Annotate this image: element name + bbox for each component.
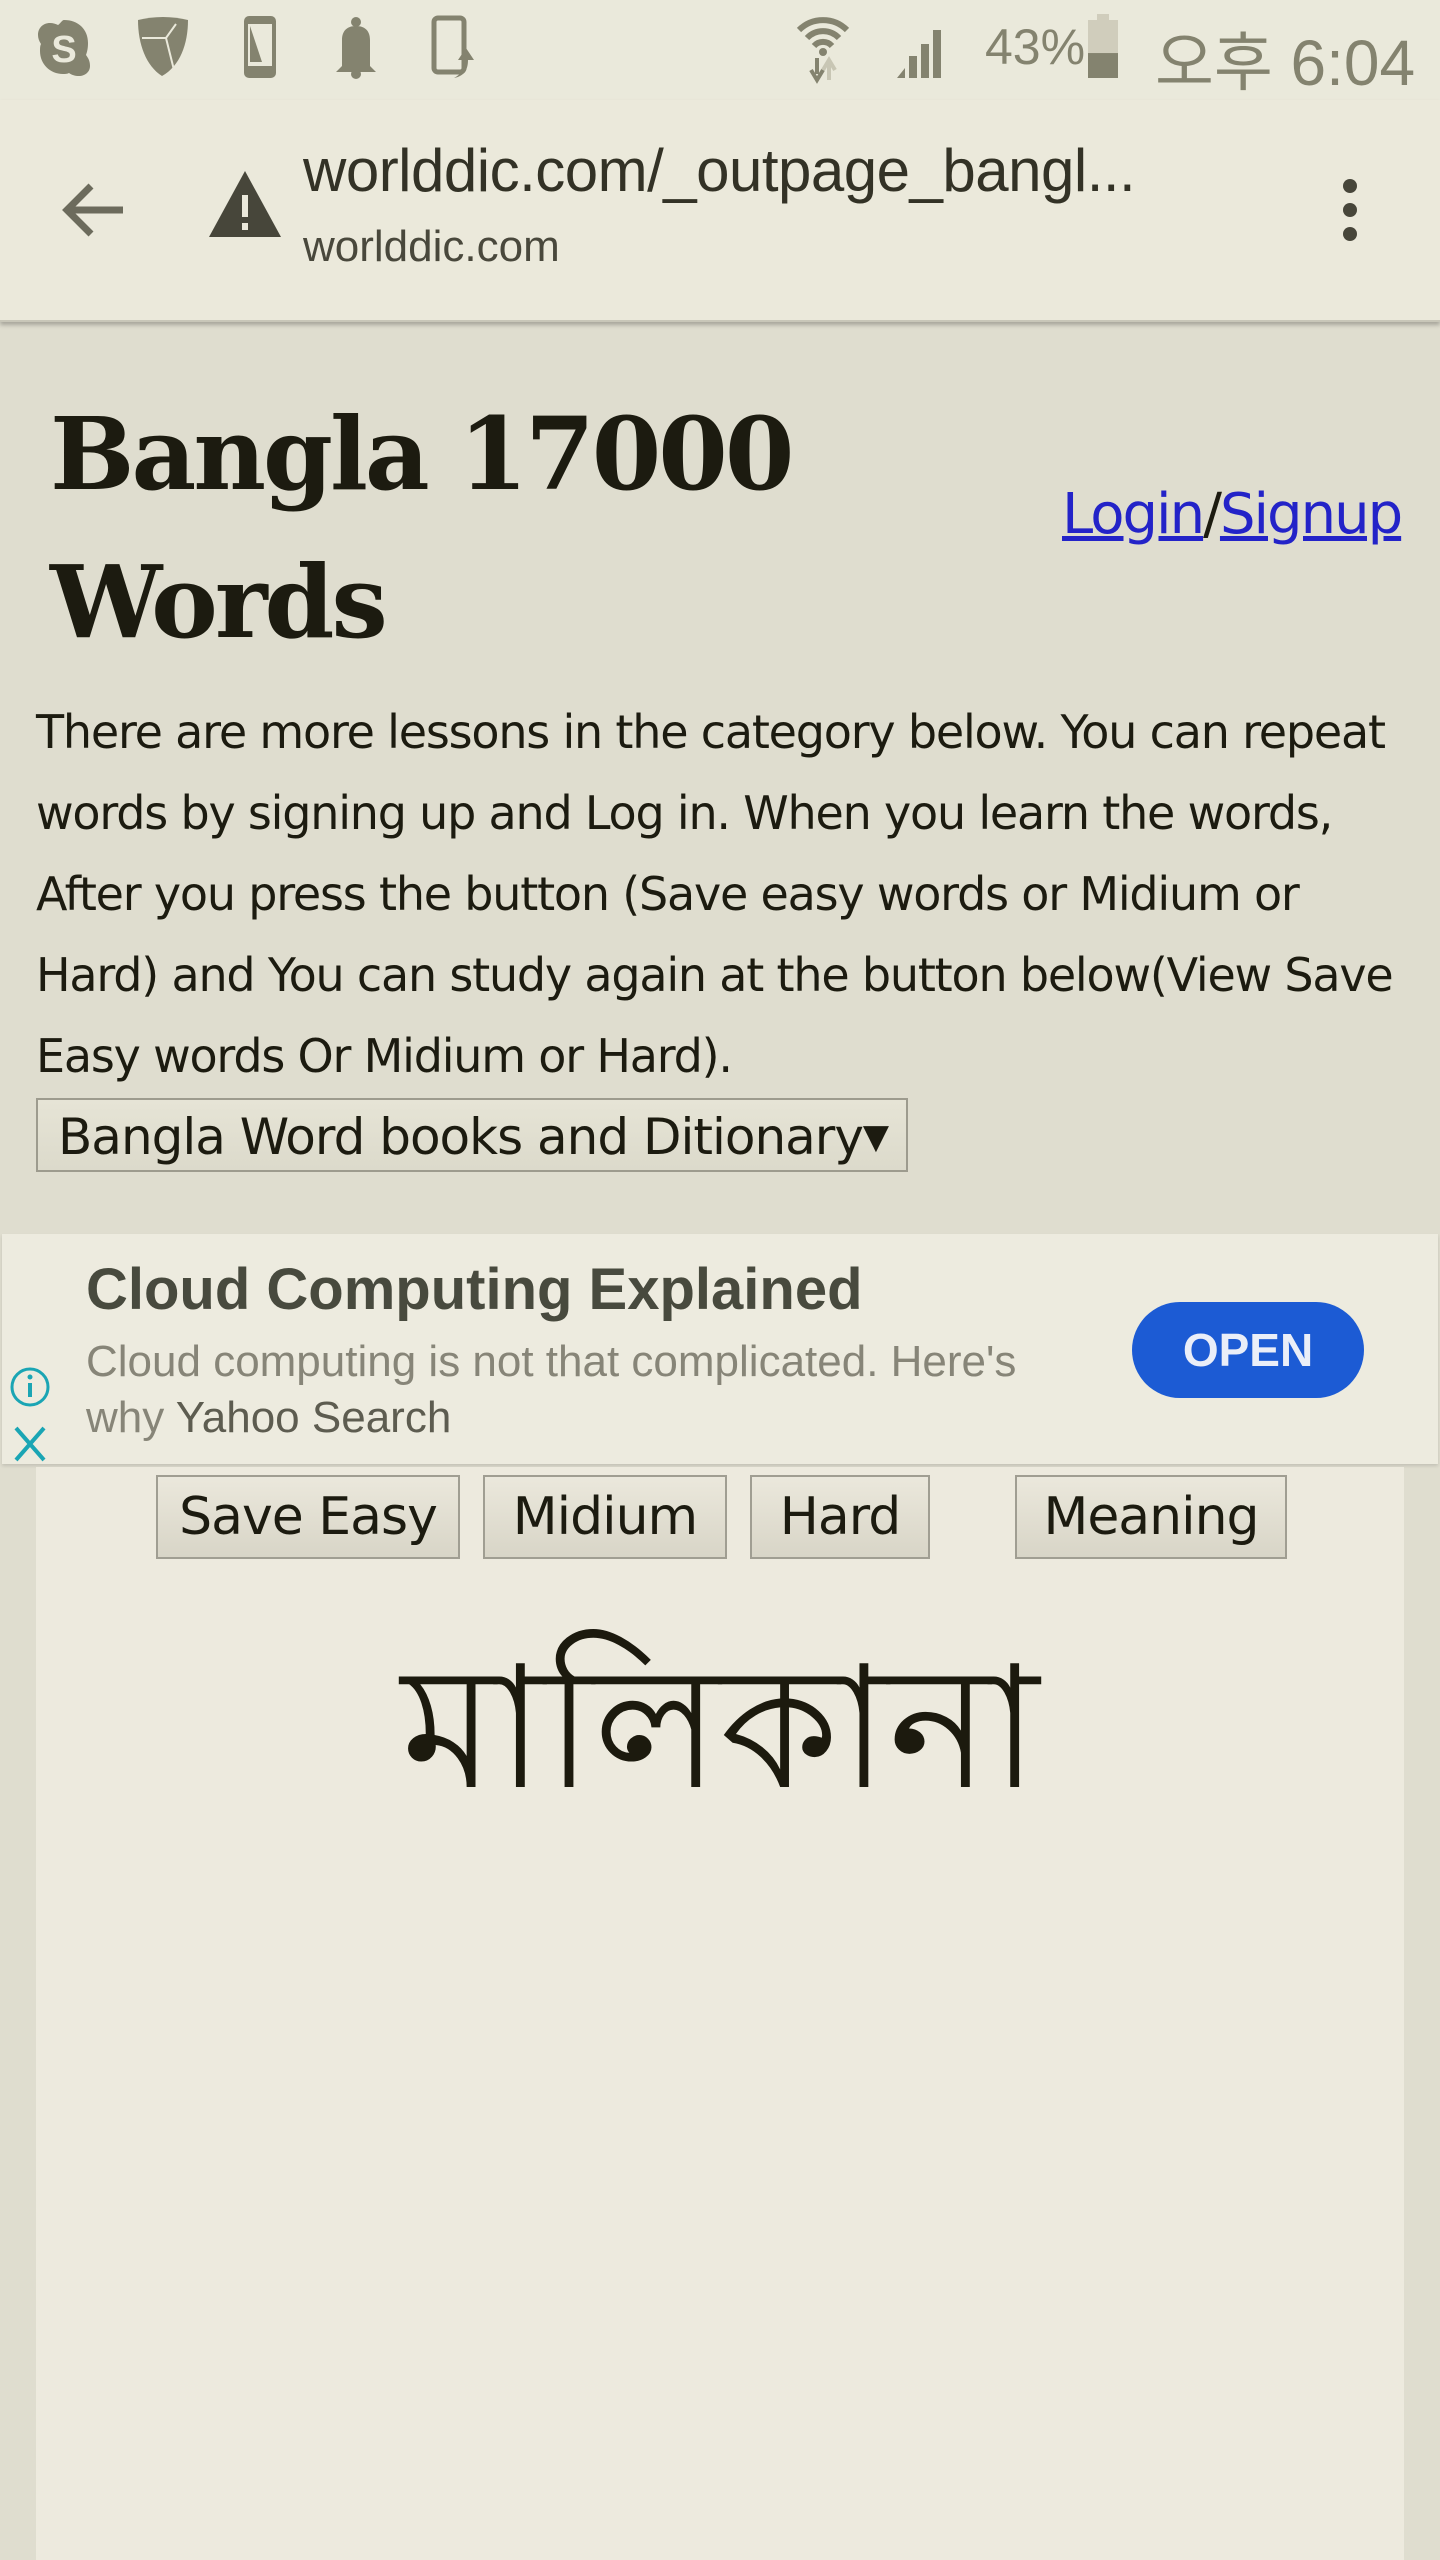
auth-separator: /: [1203, 482, 1222, 547]
signal-icon: [897, 30, 941, 78]
phone-screen-icon: [244, 16, 276, 78]
browser-toolbar: worlddic.com/_outpage_bangl... worlddic.…: [0, 100, 1440, 322]
bangla-word: মালিকানা: [401, 1630, 1039, 1828]
ad-title[interactable]: Cloud Computing Explained: [86, 1256, 863, 1323]
dropdown-arrow-icon: ▼: [862, 1117, 889, 1157]
status-bar: S 43% 오후 6:04: [0, 0, 1440, 100]
category-select[interactable]: Bangla Word books and Ditionary ▼: [36, 1098, 908, 1172]
url-text[interactable]: worlddic.com/_outpage_bangl...: [303, 136, 1136, 205]
midium-button[interactable]: Midium: [483, 1475, 727, 1559]
battery-percent: 43%: [985, 19, 1086, 75]
page-title: Bangla 17000 Words: [50, 395, 794, 661]
auth-links: Login/Signup: [1062, 482, 1403, 547]
page-content: Bangla 17000 Words Login/Signup There ar…: [0, 322, 1440, 2560]
shield-icon: [138, 17, 188, 76]
ad-close-icon[interactable]: [8, 1422, 52, 1466]
ad-body: Cloud computing is not that complicated.…: [86, 1334, 1086, 1446]
svg-text:S: S: [51, 29, 76, 71]
warning-icon[interactable]: [205, 165, 285, 245]
intro-text: There are more lessons in the category b…: [36, 705, 1394, 1083]
ad-brand: Yahoo Search: [175, 1393, 452, 1442]
ad-open-button[interactable]: OPEN: [1132, 1302, 1364, 1398]
battery-icon: [1088, 14, 1118, 78]
skype-icon: S: [38, 20, 90, 76]
phone-upload-icon: [431, 15, 474, 78]
category-select-value: Bangla Word books and Ditionary: [58, 1108, 864, 1166]
word-card: Save Easy Midium Hard Meaning মালিকানা: [36, 1467, 1404, 2560]
bell-icon: [336, 17, 376, 79]
signup-link[interactable]: Signup: [1220, 482, 1403, 547]
meaning-button[interactable]: Meaning: [1015, 1475, 1287, 1559]
login-link[interactable]: Login: [1062, 482, 1205, 547]
domain-text: worlddic.com: [303, 222, 560, 271]
ad-info-icon[interactable]: [8, 1359, 52, 1415]
back-arrow-icon[interactable]: [55, 170, 135, 250]
ad-banner[interactable]: Cloud Computing Explained Cloud computin…: [2, 1234, 1438, 1464]
clock: 오후 6:04: [1155, 27, 1416, 99]
overflow-menu-icon[interactable]: [1320, 170, 1380, 250]
wifi-icon: [796, 17, 850, 84]
hard-button[interactable]: Hard: [750, 1475, 930, 1559]
save-easy-button[interactable]: Save Easy: [156, 1475, 460, 1559]
